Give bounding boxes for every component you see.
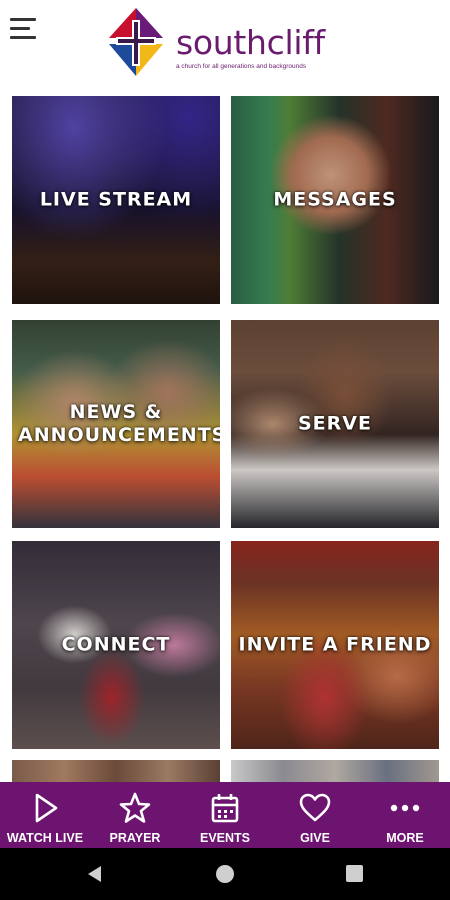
logo-wordmark: southcliff xyxy=(176,23,325,62)
hamburger-menu-icon[interactable] xyxy=(10,16,36,40)
tile-news-announcements[interactable]: NEWS & ANNOUNCEMENTS xyxy=(12,320,220,528)
tile-invite-a-friend[interactable]: INVITE A FRIEND xyxy=(231,541,439,749)
calendar-icon xyxy=(211,794,239,823)
tile-connect[interactable]: CONNECT xyxy=(12,541,220,749)
nav-watch-live[interactable]: WATCH LIVE xyxy=(0,782,90,848)
southcliff-cross-logo-icon xyxy=(109,8,163,76)
app-header: southcliff a church for all generations … xyxy=(0,0,450,88)
recents-square-icon[interactable] xyxy=(346,865,363,882)
tile-label: MESSAGES xyxy=(273,188,397,211)
tile-live-stream[interactable]: LIVE STREAM xyxy=(12,96,220,304)
tile-label: CONNECT xyxy=(61,633,171,656)
tile-label: SERVE xyxy=(298,412,372,435)
southcliff-logo: southcliff a church for all generations … xyxy=(106,8,346,80)
play-icon xyxy=(35,793,58,823)
tile-serve[interactable]: SERVE xyxy=(231,320,439,528)
star-icon xyxy=(119,792,151,823)
back-triangle-icon[interactable] xyxy=(85,864,105,884)
heart-icon xyxy=(299,793,331,822)
more-dots-icon xyxy=(390,804,420,812)
nav-label: GIVE xyxy=(300,831,330,845)
tile-label: NEWS & ANNOUNCEMENTS xyxy=(18,401,220,446)
tile-label: LIVE STREAM xyxy=(39,188,193,211)
nav-label: MORE xyxy=(386,831,424,845)
home-circle-icon[interactable] xyxy=(216,865,234,883)
nav-label: EVENTS xyxy=(199,831,250,845)
nav-events[interactable]: EVENTS xyxy=(180,782,270,848)
tile-messages[interactable]: MESSAGES xyxy=(231,96,439,304)
logo-tagline: a church for all generations and backgro… xyxy=(176,63,307,70)
system-nav-bar xyxy=(0,848,450,900)
nav-label: WATCH LIVE xyxy=(6,831,84,845)
nav-more[interactable]: MORE xyxy=(360,782,450,848)
nav-label: PRAYER xyxy=(109,831,161,845)
nav-prayer[interactable]: PRAYER xyxy=(90,782,180,848)
nav-give[interactable]: GIVE xyxy=(270,782,360,848)
tile-label: INVITE A FRIEND xyxy=(238,633,432,656)
bottom-nav-bar: WATCH LIVE PRAYER EVENTS GIVE MORE xyxy=(0,782,450,848)
